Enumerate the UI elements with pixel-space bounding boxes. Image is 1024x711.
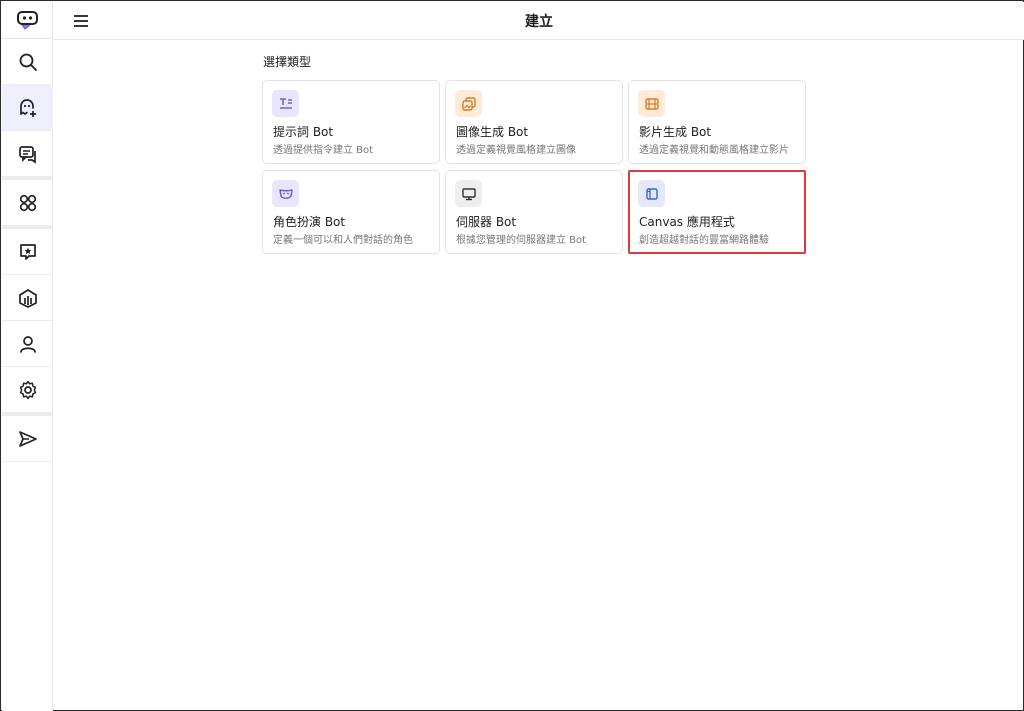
app-logo[interactable] (2, 2, 53, 39)
chats-icon (18, 145, 36, 164)
sidebar-item-send[interactable] (2, 416, 53, 462)
top-bar: 建立 (54, 2, 1024, 40)
card-description: 創造超越對話的豐富網路體驗 (639, 235, 769, 246)
creators-icon (18, 288, 37, 308)
film-icon (638, 90, 665, 117)
card-description: 透過提供指令建立 Bot (273, 145, 374, 156)
profile-icon (19, 335, 36, 353)
page-title: 建立 (525, 14, 553, 30)
sidebar-item-creators[interactable] (2, 275, 53, 321)
starred-icon (19, 243, 36, 260)
card-title: 圖像生成 Bot (456, 125, 529, 139)
image-icon (455, 90, 482, 117)
sidebar-item-search[interactable] (2, 39, 53, 85)
sidebar-item-apps[interactable] (2, 180, 53, 226)
card-title: 提示詞 Bot (273, 125, 334, 139)
sidebar (2, 2, 53, 711)
sidebar-item-create-bot[interactable] (2, 85, 53, 131)
card-description: 定義一個可以和人們對話的角色 (273, 235, 413, 246)
sidebar-item-settings[interactable] (2, 367, 53, 413)
settings-icon (19, 380, 36, 399)
canvas-icon (638, 180, 665, 207)
mask-icon (272, 180, 299, 207)
card-prompt-bot[interactable]: 提示詞 Bot 透過提供指令建立 Bot (262, 80, 440, 164)
card-description: 根據您管理的伺服器建立 Bot (456, 235, 587, 246)
sidebar-item-profile[interactable] (2, 321, 53, 367)
section-title: 選擇類型 (263, 55, 312, 69)
sidebar-item-chats[interactable] (2, 131, 53, 177)
text-icon (272, 90, 299, 117)
card-title: 角色扮演 Bot (273, 215, 346, 229)
card-canvas-app[interactable]: Canvas 應用程式 創造超越對話的豐富網路體驗 (628, 170, 806, 254)
poe-logo-icon (16, 11, 38, 30)
app-window: 建立 選擇類型 提示詞 Bot 透過提供指令建立 Bot 圖像生成 Bot 透過… (0, 0, 1024, 711)
monitor-icon (455, 180, 482, 207)
create-bot-icon (19, 98, 36, 117)
card-video-bot[interactable]: 影片生成 Bot 透過定義視覺和動態風格建立影片 (628, 80, 806, 164)
card-image-bot[interactable]: 圖像生成 Bot 透過定義視覺風格建立圖像 (445, 80, 623, 164)
card-description: 透過定義視覺和動態風格建立影片 (639, 145, 789, 156)
card-server-bot[interactable]: 伺服器 Bot 根據您管理的伺服器建立 Bot (445, 170, 623, 254)
sidebar-item-starred[interactable] (2, 229, 53, 275)
apps-grid-icon (19, 194, 36, 211)
card-roleplay-bot[interactable]: 角色扮演 Bot 定義一個可以和人們對話的角色 (262, 170, 440, 254)
search-icon (19, 53, 37, 71)
card-title: 影片生成 Bot (639, 125, 712, 139)
card-title: Canvas 應用程式 (639, 215, 735, 229)
card-description: 透過定義視覺風格建立圖像 (456, 145, 576, 156)
card-title: 伺服器 Bot (456, 215, 517, 229)
send-icon (18, 430, 37, 447)
